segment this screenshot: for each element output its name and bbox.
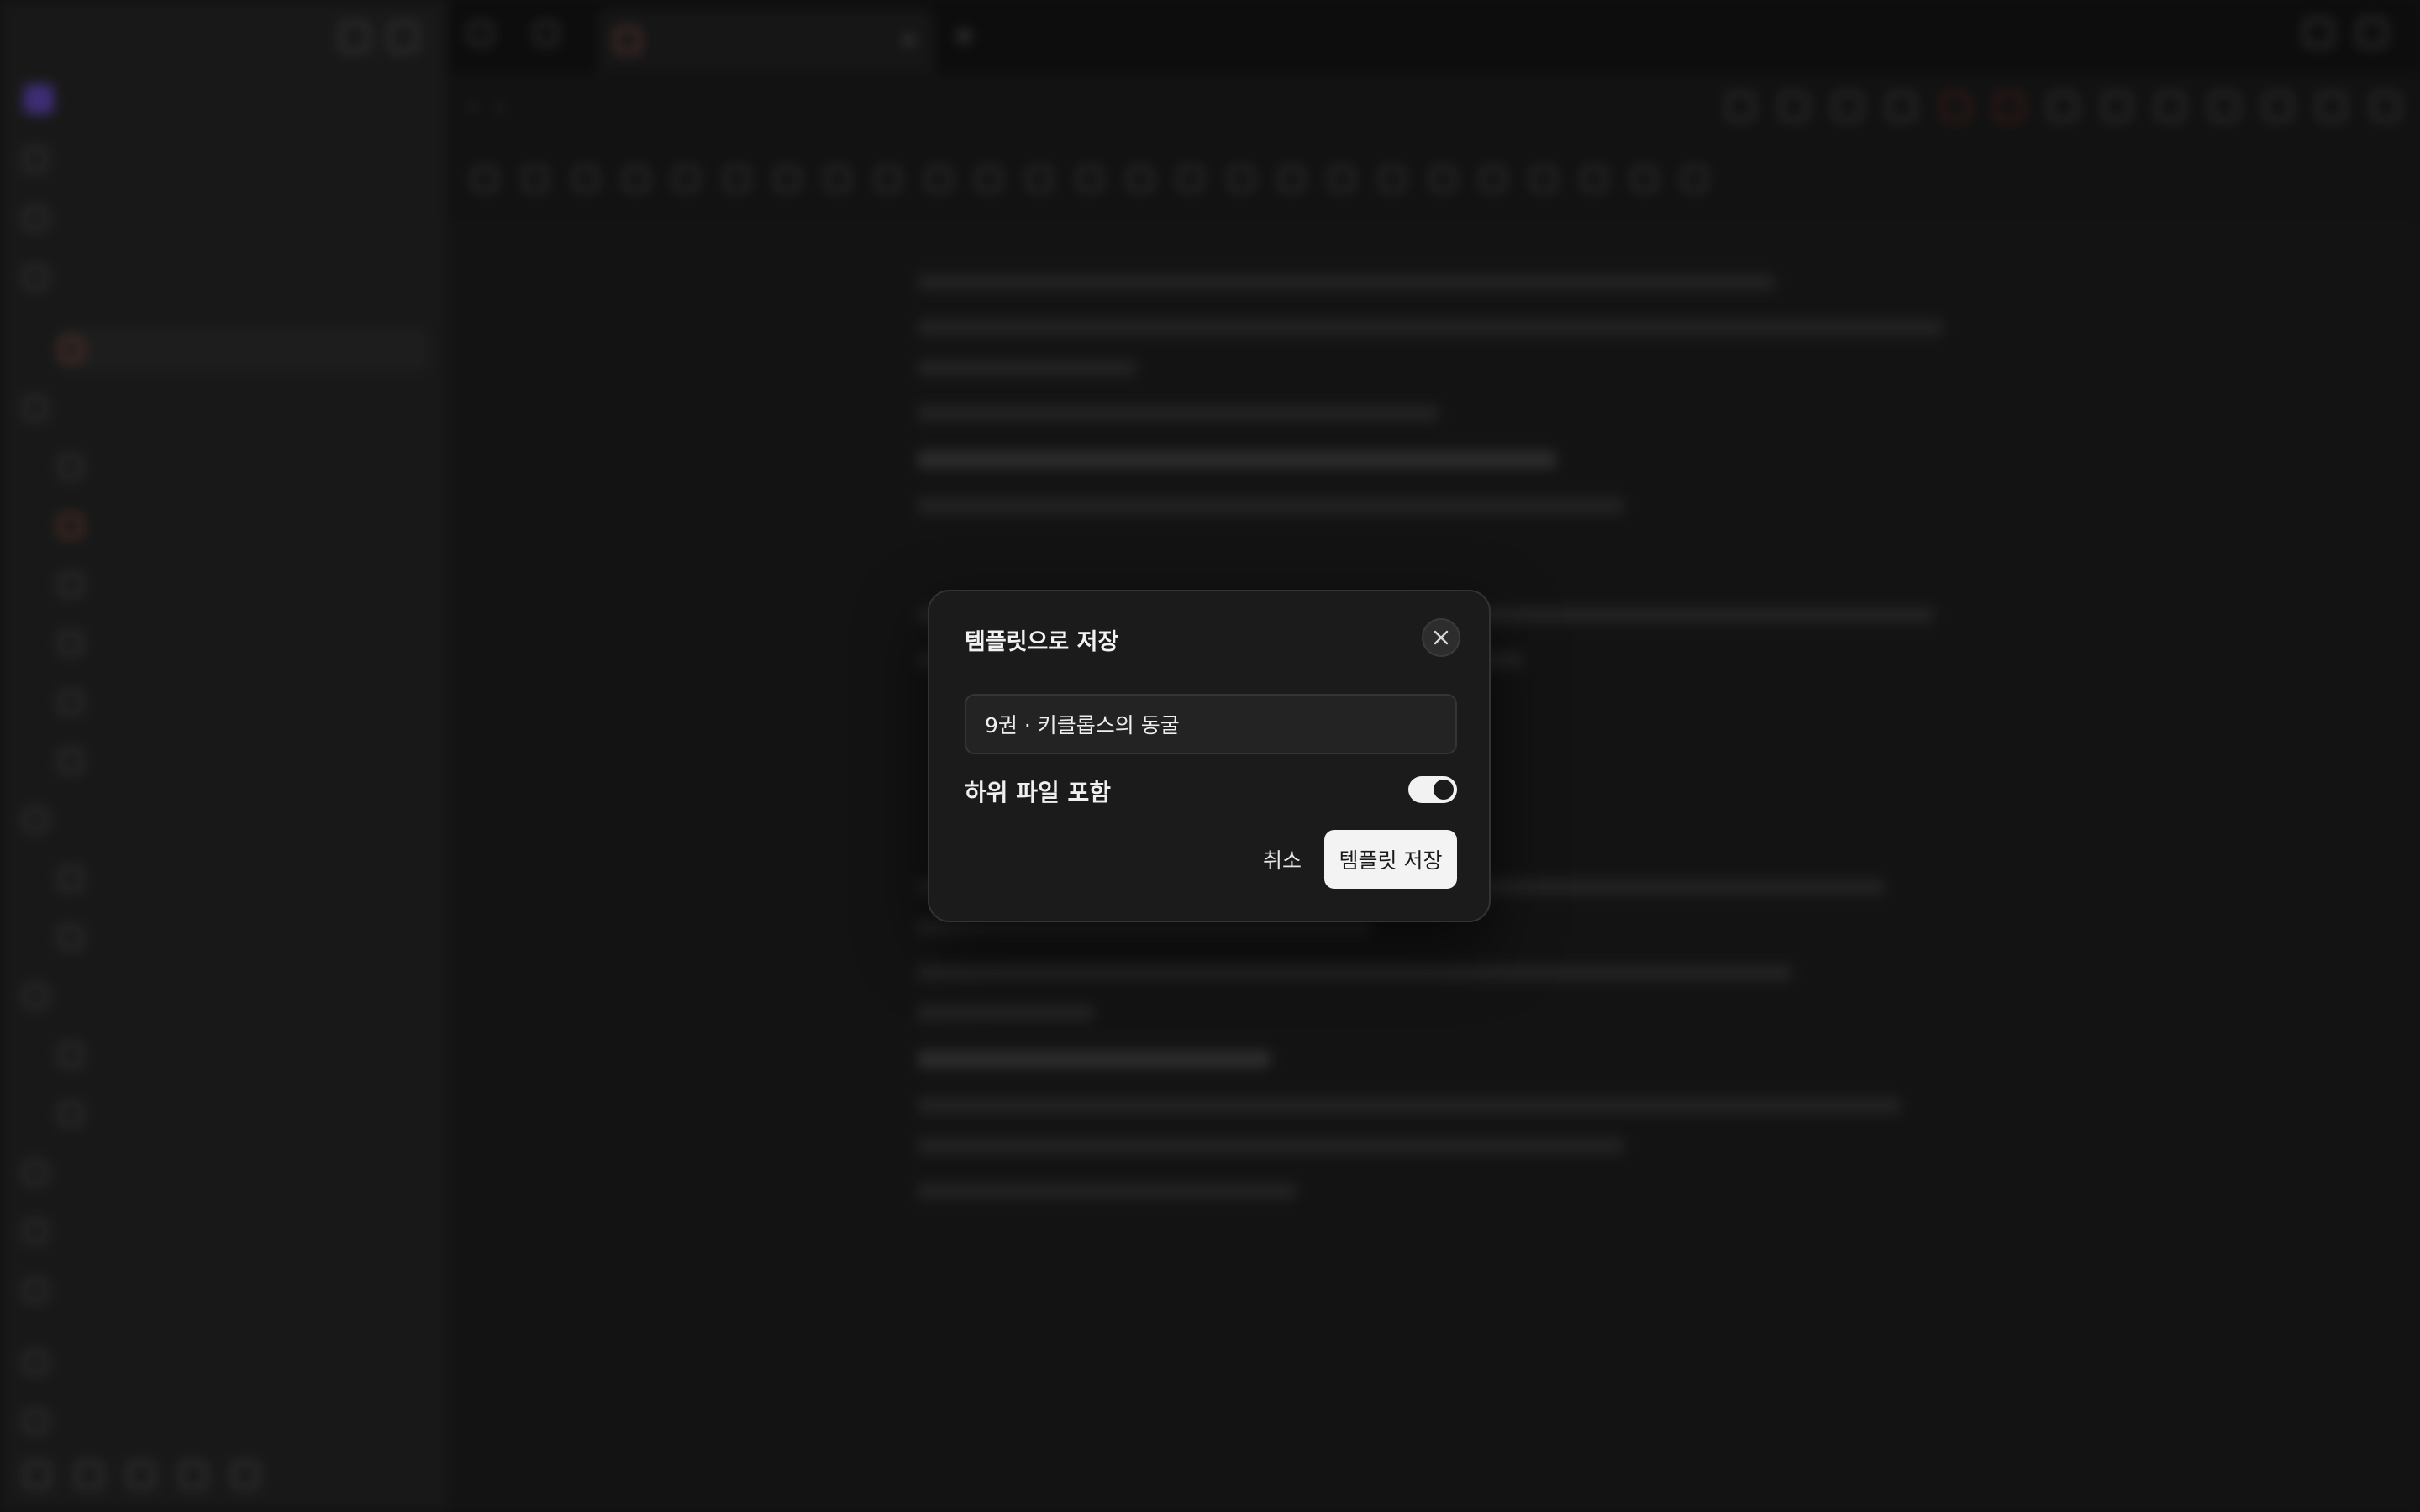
close-icon	[1434, 630, 1449, 645]
save-template-button[interactable]: 템플릿 저장	[1324, 830, 1457, 889]
cancel-button[interactable]: 취소	[1240, 830, 1324, 889]
save-as-template-dialog: 템플릿으로 저장 9권 · 키클롭스의 동굴 하위 파일 포함 취소 템플릿 저…	[928, 590, 1491, 922]
template-name-input[interactable]: 9권 · 키클롭스의 동굴	[965, 694, 1457, 754]
close-button[interactable]	[1422, 618, 1460, 657]
include-children-label: 하위 파일 포함	[965, 779, 1112, 806]
include-children-toggle[interactable]	[1408, 776, 1457, 803]
dialog-title: 템플릿으로 저장	[965, 629, 1119, 655]
toggle-knob	[1434, 780, 1454, 800]
